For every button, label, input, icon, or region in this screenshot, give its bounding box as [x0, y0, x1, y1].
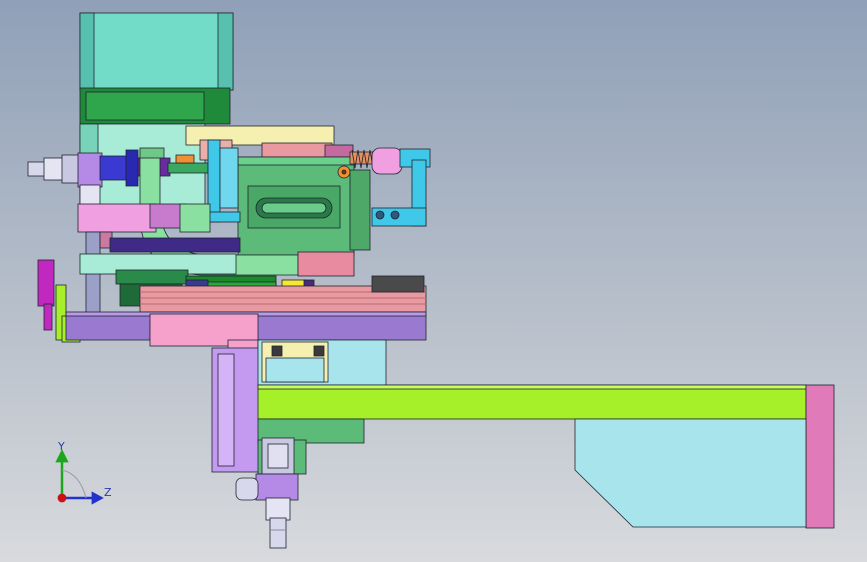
green-gear [115, 269, 189, 285]
bracket-pad [139, 147, 165, 159]
vacuum-stem [265, 497, 291, 521]
cylinder-slot-inner [261, 202, 327, 214]
orange-screw-center [341, 169, 347, 175]
triad-x-origin-icon [57, 493, 67, 503]
left-hex-nut [61, 154, 81, 184]
vacuum-elbow [255, 473, 299, 501]
slider-screw-left-icon [271, 345, 283, 357]
motor-top-housing [79, 12, 234, 91]
vacuum-nut-face [267, 443, 289, 469]
orange-pin [175, 154, 195, 164]
green-shaft [167, 162, 209, 174]
cyan-bracket-inner [219, 147, 239, 209]
lavender-hanger-face [217, 353, 235, 467]
cad-viewport[interactable]: Y Z [0, 0, 867, 562]
magenta-pin [43, 303, 53, 331]
hook-screw-2-icon [390, 210, 400, 220]
pink-slider [77, 203, 157, 233]
motor-housing-edge-right [217, 12, 234, 91]
blue-coupling-ring [125, 149, 139, 187]
hook-screw-1-icon [375, 210, 385, 220]
cyan-arm-gusset [574, 418, 807, 528]
vacuum-inlet [235, 477, 259, 501]
triad-z-arrow-icon [91, 491, 104, 505]
motor-housing-edge [79, 12, 95, 91]
left-elbow-body [77, 152, 103, 188]
slider-end-block [179, 203, 211, 233]
vacuum-tip [269, 517, 287, 549]
salmon-block [297, 251, 355, 277]
orientation-triad [55, 449, 104, 505]
lime-arm [257, 384, 807, 420]
magenta-handle [37, 259, 55, 307]
cad-model-drawing[interactable] [0, 0, 867, 562]
stack-dark-gear [371, 275, 425, 293]
triad-y-label: Y [58, 440, 65, 453]
lime-arm-end-cap [805, 384, 835, 529]
triad-z-label: Z [104, 486, 112, 499]
cylinder-right-plate [349, 169, 371, 251]
triad-xy-arc [61, 469, 87, 499]
left-nozzle [27, 161, 47, 177]
slider-screw-right-icon [313, 345, 325, 357]
left-nozzle-collar [43, 157, 65, 181]
cylinder-top-plate [237, 156, 355, 166]
dark-purple-bar [109, 237, 241, 253]
motor-green-band-highlight [85, 91, 205, 121]
pink-cap [371, 147, 403, 175]
cyan-bracket-foot [207, 211, 241, 223]
lime-arm-highlight [257, 384, 807, 390]
slider-slot-icon [265, 357, 325, 383]
